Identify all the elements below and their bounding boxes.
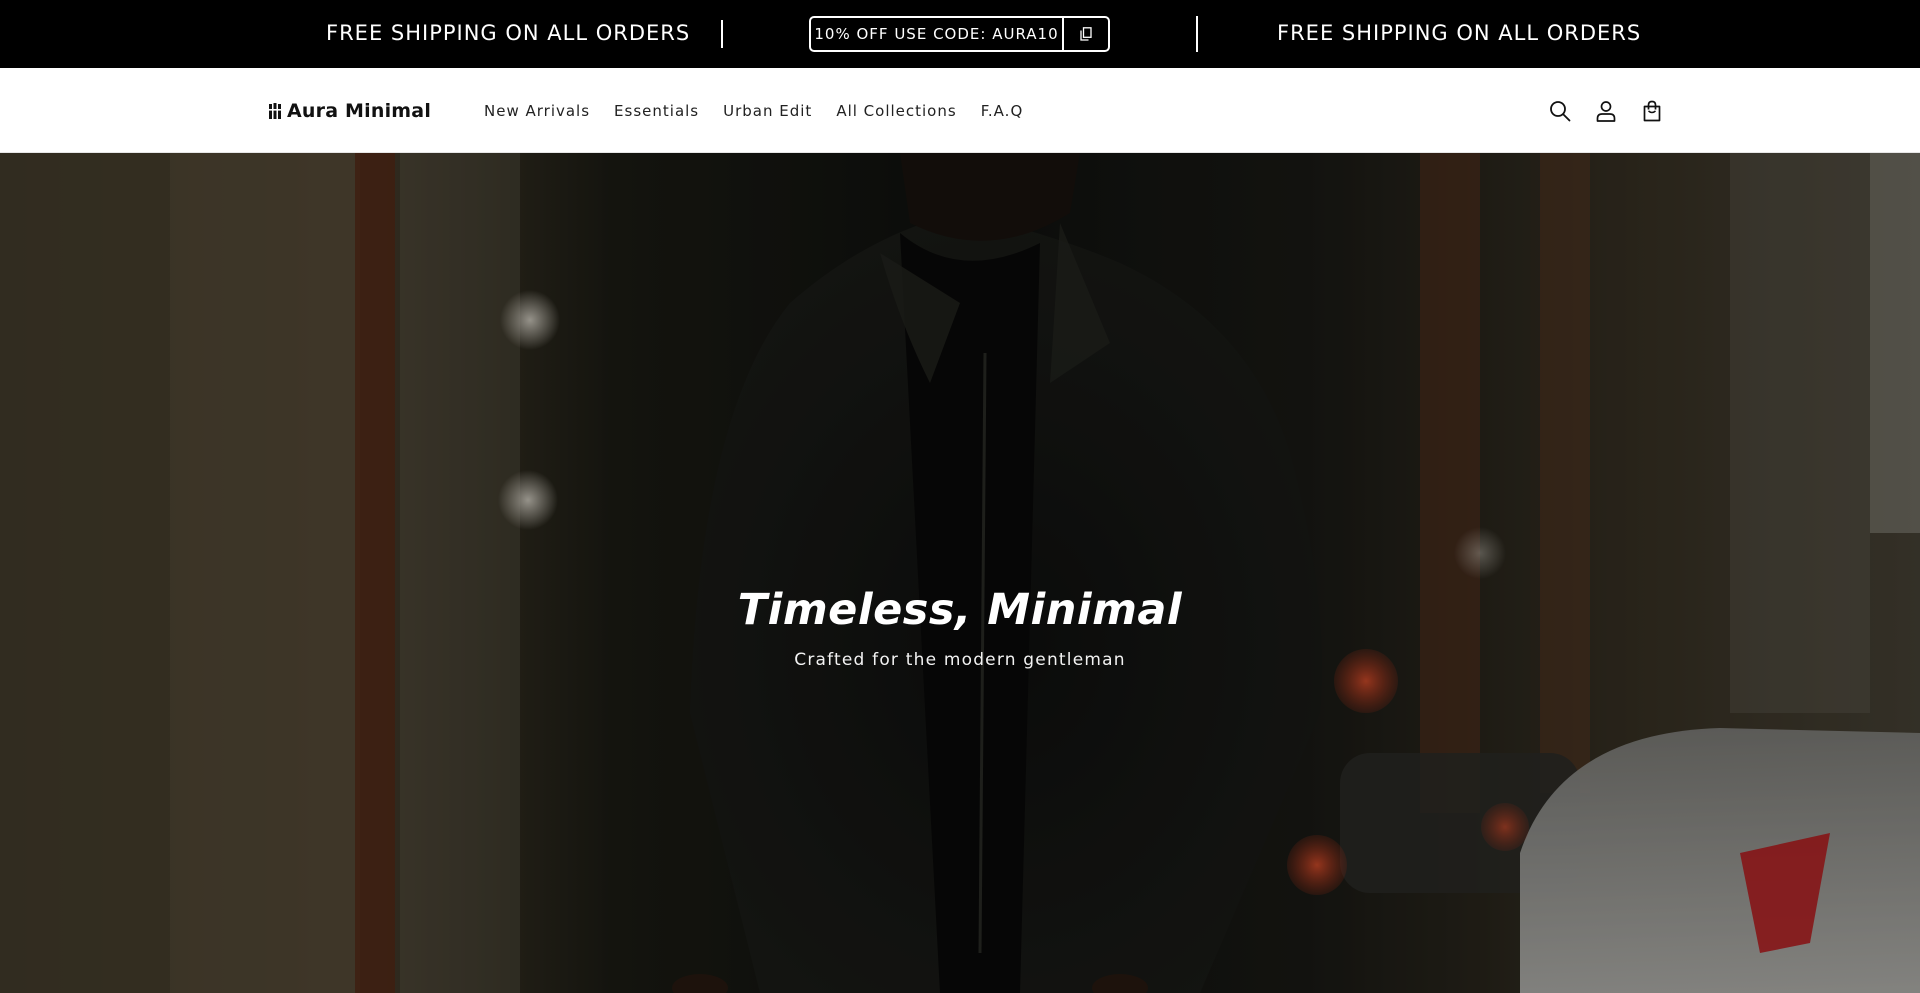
nav-item-essentials[interactable]: Essentials: [614, 102, 699, 120]
main-nav: New Arrivals Essentials Urban Edit All C…: [484, 68, 1023, 153]
announcement-divider: [721, 20, 723, 48]
search-icon: [1550, 100, 1571, 121]
copy-code-button[interactable]: [1062, 18, 1108, 50]
hero-background-image: [0, 153, 1920, 993]
announcement-message-left: FREE SHIPPING ON ALL ORDERS: [326, 21, 691, 45]
announcement-bar: FREE SHIPPING ON ALL ORDERS 10% OFF USE …: [0, 0, 1920, 68]
announcement-message-right: FREE SHIPPING ON ALL ORDERS: [1277, 21, 1642, 45]
promo-code-text: 10% OFF USE CODE: AURA10: [814, 25, 1059, 43]
account-button[interactable]: [1594, 99, 1618, 123]
account-icon: [1596, 100, 1616, 122]
logo[interactable]: Aura Minimal: [269, 68, 431, 153]
logo-text: Aura Minimal: [287, 99, 432, 122]
search-button[interactable]: [1548, 99, 1572, 123]
hero-subtitle: Crafted for the modern gentleman: [794, 650, 1126, 670]
nav-item-all-collections[interactable]: All Collections: [836, 102, 956, 120]
cart-icon: [1643, 100, 1661, 121]
copy-icon: [1080, 27, 1092, 41]
nav-item-urban-edit[interactable]: Urban Edit: [723, 102, 812, 120]
announcement-divider: [1196, 16, 1198, 52]
site-header: Aura Minimal New Arrivals Essentials Urb…: [0, 68, 1920, 153]
hero-banner: Timeless, Minimal Crafted for the modern…: [0, 153, 1920, 993]
logo-mark-icon: [269, 102, 281, 119]
cart-button[interactable]: [1640, 99, 1664, 123]
header-icons: [1548, 68, 1664, 153]
hero-title: Timeless, Minimal: [737, 585, 1183, 635]
promo-code-box: 10% OFF USE CODE: AURA10: [809, 16, 1110, 52]
nav-item-faq[interactable]: F.A.Q: [981, 102, 1024, 120]
nav-item-new-arrivals[interactable]: New Arrivals: [484, 102, 590, 120]
